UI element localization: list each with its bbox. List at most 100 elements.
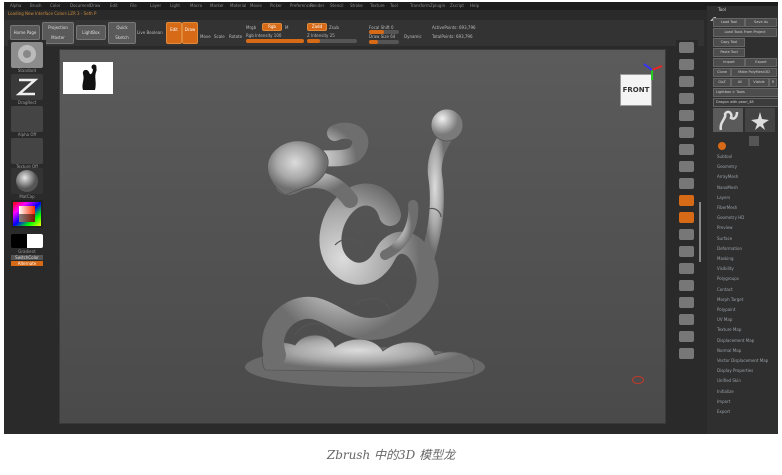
- menu-item-zplugin[interactable]: Zplugin: [430, 3, 445, 8]
- right-shelf-line-fill-polyf-button[interactable]: [679, 280, 694, 291]
- zadd-button[interactable]: Zadd: [307, 23, 327, 31]
- right-shelf-spix-3-button[interactable]: [679, 59, 694, 70]
- home-page-button[interactable]: Home Page: [10, 25, 40, 40]
- menu-item-render[interactable]: Render: [310, 3, 324, 8]
- menu-item-alpha[interactable]: Alpha: [10, 3, 21, 8]
- all-button[interactable]: All: [731, 78, 749, 87]
- tool-section-displacement-map[interactable]: Displacement Map: [717, 338, 754, 343]
- polymesh3d-icon[interactable]: [749, 136, 759, 146]
- rgb-intensity-slider[interactable]: [246, 39, 304, 43]
- current-tool-name[interactable]: Dragon with pearl_48: [713, 98, 778, 107]
- mrgb-button[interactable]: Mrgb: [246, 25, 256, 30]
- tool-section-normal-map[interactable]: Normal Map: [717, 348, 741, 353]
- tool-section-fibermesh[interactable]: FiberMesh: [717, 205, 737, 210]
- m-button[interactable]: M: [285, 25, 288, 30]
- right-shelf-move-button[interactable]: [679, 229, 694, 240]
- menu-item-transform[interactable]: Transform: [410, 3, 430, 8]
- right-shelf-floor-button[interactable]: [679, 161, 694, 172]
- save-as-button[interactable]: Save As: [745, 18, 777, 27]
- right-shelf-frame-button[interactable]: [679, 212, 694, 223]
- right-shelf-scale-button[interactable]: [679, 246, 694, 257]
- rotate-button[interactable]: Rotate: [229, 34, 242, 39]
- menu-item-layer[interactable]: Layer: [150, 3, 161, 8]
- tool-section-polypaint[interactable]: Polypaint: [717, 307, 735, 312]
- tool-section-visibility[interactable]: Visibility: [717, 266, 734, 271]
- tool-section-morph-target[interactable]: Morph Target: [717, 297, 743, 302]
- gradient-swatch[interactable]: [11, 234, 43, 248]
- menu-item-picker[interactable]: Picker: [270, 3, 282, 8]
- menu-item-movie[interactable]: Movie: [250, 3, 262, 8]
- navigation-thumbnail[interactable]: [63, 62, 113, 94]
- tool-section-import[interactable]: Import: [717, 399, 730, 404]
- canvas-viewport[interactable]: FRONT: [59, 49, 666, 424]
- menu-item-draw[interactable]: Draw: [90, 3, 100, 8]
- live-boolean-toggle[interactable]: Live Boolean: [137, 30, 163, 35]
- panel-scrollbar[interactable]: [699, 202, 701, 262]
- right-shelf-solo-button[interactable]: [679, 331, 694, 342]
- export-button[interactable]: Export: [745, 58, 777, 67]
- axis-gizmo-icon[interactable]: [640, 60, 664, 82]
- projection-master-button[interactable]: Projection Master: [42, 22, 74, 44]
- menu-item-macro[interactable]: Macro: [190, 3, 202, 8]
- tool-section-preview[interactable]: Preview: [717, 225, 733, 230]
- right-shelf-transp-button[interactable]: [679, 297, 694, 308]
- menu-item-light[interactable]: Light: [170, 3, 180, 8]
- load-tool-button[interactable]: Load Tool: [713, 18, 745, 27]
- menu-item-edit[interactable]: Edit: [110, 3, 118, 8]
- right-shelf-rotate-button[interactable]: [679, 263, 694, 274]
- tool-section-vector-displacement-map[interactable]: Vector Displacement Map: [717, 358, 768, 363]
- move-button[interactable]: Move: [200, 34, 211, 39]
- simplebrush-thumbnail[interactable]: [745, 108, 775, 132]
- alternate-button[interactable]: Alternate: [11, 261, 43, 266]
- right-shelf-bpr-button[interactable]: [679, 42, 694, 53]
- tool-section-deformation[interactable]: Deformation: [717, 246, 742, 251]
- switch-color-button[interactable]: SwitchColor: [11, 255, 43, 260]
- right-shelf-xpose-button[interactable]: [679, 348, 694, 359]
- menu-item-document[interactable]: Document: [70, 3, 91, 8]
- cylinder3d-icon[interactable]: [717, 136, 727, 150]
- tool-section-geometry-hd[interactable]: Geometry HD: [717, 215, 744, 220]
- lightbox-button[interactable]: LightBox: [76, 25, 106, 40]
- menu-item-stroke[interactable]: Stroke: [350, 3, 363, 8]
- menu-item-material[interactable]: Material: [230, 3, 246, 8]
- menu-item-marker[interactable]: Marker: [210, 3, 224, 8]
- draw-size-slider[interactable]: [369, 40, 399, 44]
- material-thumbnail[interactable]: [11, 168, 43, 194]
- copy-tool-button[interactable]: Copy Tool: [713, 38, 745, 47]
- right-shelf-persp-button[interactable]: [679, 144, 694, 155]
- scale-button[interactable]: Scale: [214, 34, 225, 39]
- tool-section-nanomesh[interactable]: NanoMesh: [717, 185, 738, 190]
- zsub-button[interactable]: Zsub: [329, 25, 339, 30]
- dragon-tool-thumbnail[interactable]: [713, 108, 743, 132]
- tool-section-initialize[interactable]: Initialize: [717, 389, 734, 394]
- stroke-thumbnail[interactable]: [11, 74, 43, 100]
- dragon-model[interactable]: [235, 105, 505, 395]
- right-shelf-aahalf-button[interactable]: [679, 127, 694, 138]
- brush-thumbnail[interactable]: [11, 42, 43, 68]
- texture-thumbnail[interactable]: [11, 138, 43, 164]
- menu-item-stencil[interactable]: Stencil: [330, 3, 344, 8]
- menu-item-color[interactable]: Color: [50, 3, 60, 8]
- menu-item-tool[interactable]: Tool: [390, 3, 398, 8]
- import-button[interactable]: Import: [713, 58, 745, 67]
- right-shelf-ghost-button[interactable]: [679, 314, 694, 325]
- paste-tool-button[interactable]: Paste Tool: [713, 48, 745, 57]
- lightbox-tools-button[interactable]: Lightbox > Tools: [713, 88, 778, 97]
- edit-button[interactable]: Edit: [166, 22, 182, 44]
- tool-section-surface[interactable]: Surface: [717, 236, 732, 241]
- make-polymesh3d-button[interactable]: Make PolyMesh3D: [731, 68, 777, 77]
- tool-section-contact[interactable]: Contact: [717, 287, 733, 292]
- menu-item-texture[interactable]: Texture: [370, 3, 385, 8]
- tool-section-uv-map[interactable]: UV Map: [717, 317, 732, 322]
- tool-section-arraymesh[interactable]: ArrayMesh: [717, 174, 738, 179]
- right-shelf-local-button[interactable]: [679, 178, 694, 189]
- tool-section-unified-skin[interactable]: Unified Skin: [717, 378, 741, 383]
- right-shelf-scroll-button[interactable]: [679, 76, 694, 87]
- menu-item-brush[interactable]: Brush: [30, 3, 42, 8]
- rgb-button[interactable]: Rgb: [262, 23, 282, 31]
- r-button[interactable]: R: [769, 78, 777, 87]
- right-shelf-actual-button[interactable]: [679, 110, 694, 121]
- load-tools-from-project-button[interactable]: Load Tools From Project: [713, 28, 777, 37]
- color-picker[interactable]: [11, 200, 43, 228]
- right-shelf-l-sym-button[interactable]: [679, 195, 694, 206]
